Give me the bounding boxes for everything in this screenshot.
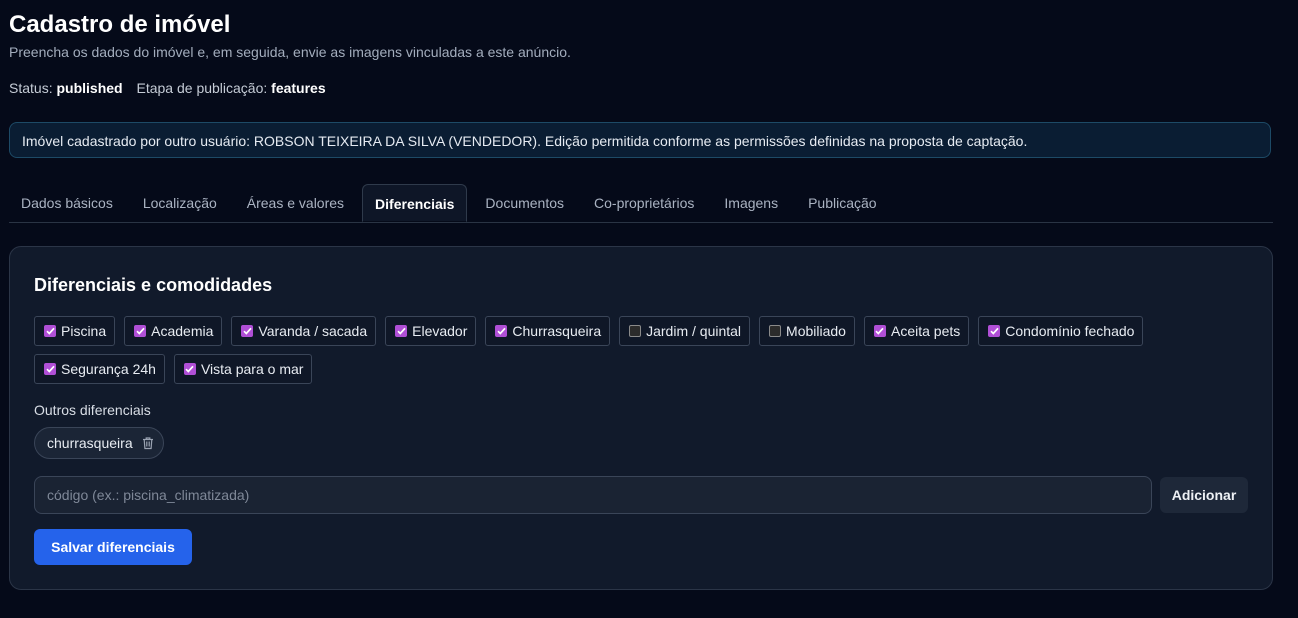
feature-label: Piscina bbox=[61, 323, 107, 339]
feature-checkbox-mobiliado[interactable]: Mobiliado bbox=[759, 316, 855, 346]
tab-publicacao[interactable]: Publicação bbox=[796, 184, 889, 221]
check-icon bbox=[875, 327, 885, 335]
feature-label: Academia bbox=[151, 323, 214, 339]
status-line: Status: published Etapa de publicação: f… bbox=[9, 80, 326, 96]
add-feature-button[interactable]: Adicionar bbox=[1160, 477, 1248, 513]
tab-localizacao[interactable]: Localização bbox=[131, 184, 229, 221]
custom-feature-tag: churrasqueira bbox=[34, 427, 164, 459]
feature-label: Varanda / sacada bbox=[258, 323, 368, 339]
feature-label: Elevador bbox=[412, 323, 468, 339]
checkbox-box[interactable] bbox=[44, 325, 56, 337]
tab-bar: Dados básicos Localização Áreas e valore… bbox=[9, 184, 1273, 223]
tab-dados-basicos[interactable]: Dados básicos bbox=[9, 184, 125, 221]
features-card: Diferenciais e comodidades Piscina Acade… bbox=[9, 246, 1273, 590]
status-label: Status: bbox=[9, 80, 53, 96]
check-icon bbox=[136, 327, 145, 335]
feature-checkbox-seguranca-24h[interactable]: Segurança 24h bbox=[34, 354, 165, 384]
features-checkbox-list: Piscina Academia Varanda / sacada Elevad… bbox=[34, 316, 1234, 384]
feature-checkbox-condominio-fechado[interactable]: Condomínio fechado bbox=[978, 316, 1144, 346]
check-icon bbox=[185, 365, 195, 373]
tab-areas-e-valores[interactable]: Áreas e valores bbox=[235, 184, 356, 221]
checkbox-box[interactable] bbox=[873, 325, 886, 337]
trash-icon[interactable] bbox=[142, 436, 154, 450]
feature-checkbox-elevador[interactable]: Elevador bbox=[385, 316, 477, 346]
feature-label: Aceita pets bbox=[890, 323, 961, 339]
checkbox-box[interactable] bbox=[629, 325, 642, 337]
feature-checkbox-varanda[interactable]: Varanda / sacada bbox=[231, 316, 377, 346]
check-icon bbox=[45, 365, 55, 373]
check-icon bbox=[397, 327, 406, 335]
custom-feature-tag-label: churrasqueira bbox=[47, 435, 133, 451]
tab-diferenciais[interactable]: Diferenciais bbox=[362, 184, 468, 222]
feature-checkbox-jardim[interactable]: Jardim / quintal bbox=[619, 316, 751, 346]
feature-label: Churrasqueira bbox=[512, 323, 602, 339]
feature-checkbox-churrasqueira[interactable]: Churrasqueira bbox=[485, 316, 611, 346]
save-features-button[interactable]: Salvar diferenciais bbox=[34, 529, 192, 565]
tab-imagens[interactable]: Imagens bbox=[712, 184, 790, 221]
features-title: Diferenciais e comodidades bbox=[34, 275, 273, 295]
ownership-notice: Imóvel cadastrado por outro usuário: ROB… bbox=[9, 122, 1271, 158]
other-features-label: Outros diferenciais bbox=[34, 402, 151, 418]
page: Cadastro de imóvel Preencha os dados do … bbox=[0, 0, 1298, 618]
feature-code-input[interactable] bbox=[34, 476, 1152, 514]
checkbox-box[interactable] bbox=[134, 325, 147, 337]
feature-checkbox-academia[interactable]: Academia bbox=[124, 316, 223, 346]
feature-checkbox-piscina[interactable]: Piscina bbox=[34, 316, 116, 346]
checkbox-box[interactable] bbox=[44, 363, 56, 375]
feature-label: Segurança 24h bbox=[61, 361, 156, 377]
feature-checkbox-vista-mar[interactable]: Vista para o mar bbox=[173, 354, 313, 384]
checkbox-box[interactable] bbox=[769, 325, 782, 337]
check-icon bbox=[243, 327, 252, 335]
tab-documentos[interactable]: Documentos bbox=[473, 184, 576, 221]
check-icon bbox=[45, 327, 55, 335]
check-icon bbox=[990, 327, 999, 335]
checkbox-box[interactable] bbox=[495, 325, 508, 337]
stage-label: Etapa de publicação: bbox=[136, 80, 268, 96]
feature-label: Jardim / quintal bbox=[646, 323, 742, 339]
feature-checkbox-aceita-pets[interactable]: Aceita pets bbox=[863, 316, 970, 346]
stage-value: features bbox=[271, 80, 326, 96]
checkbox-box[interactable] bbox=[183, 363, 196, 375]
feature-label: Mobiliado bbox=[786, 323, 846, 339]
checkbox-box[interactable] bbox=[241, 325, 254, 337]
page-subtitle: Preencha os dados do imóvel e, em seguid… bbox=[9, 44, 571, 60]
checkbox-box[interactable] bbox=[395, 325, 408, 337]
feature-label: Vista para o mar bbox=[200, 361, 304, 377]
check-icon bbox=[497, 327, 506, 335]
tab-co-proprietarios[interactable]: Co-proprietários bbox=[582, 184, 706, 221]
page-title: Cadastro de imóvel bbox=[9, 11, 231, 38]
checkbox-box[interactable] bbox=[988, 325, 1001, 337]
status-value: published bbox=[56, 80, 123, 96]
feature-label: Condomínio fechado bbox=[1005, 323, 1135, 339]
